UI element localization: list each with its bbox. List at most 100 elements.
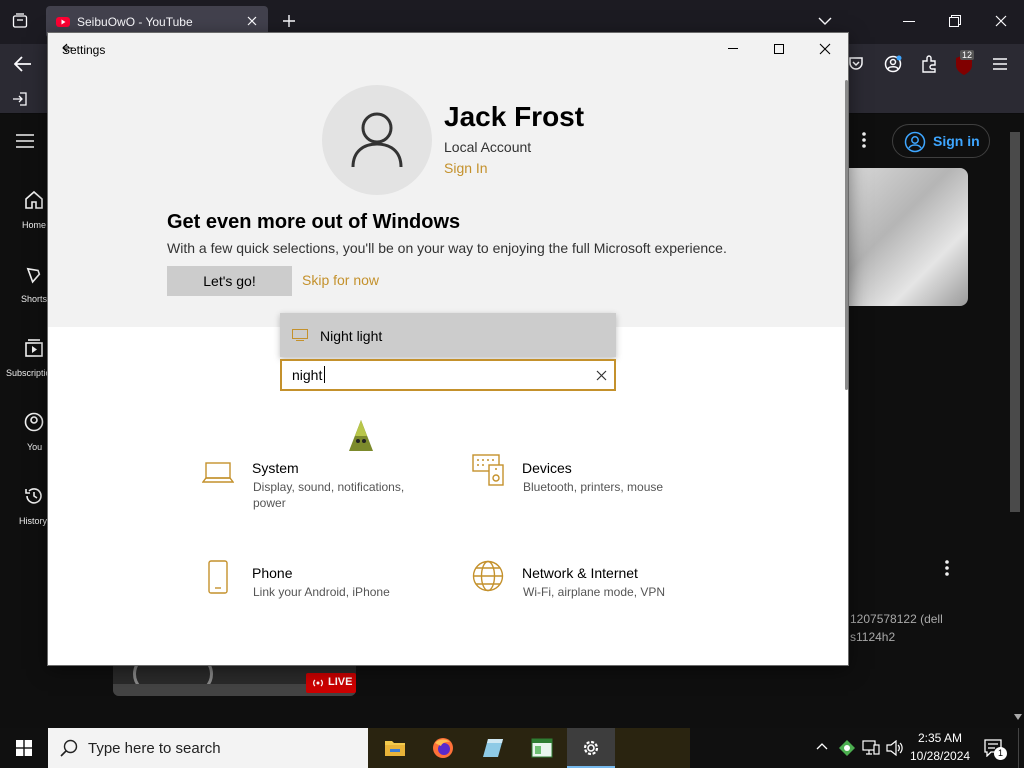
live-label: LIVE bbox=[328, 676, 353, 688]
taskbar-search-box[interactable]: Type here to search bbox=[48, 728, 368, 768]
history-icon[interactable] bbox=[24, 486, 44, 506]
category-title: Phone bbox=[252, 565, 293, 581]
page-scrollbar[interactable] bbox=[1010, 132, 1020, 512]
avatar[interactable] bbox=[322, 85, 432, 195]
sign-in-label: Sign in bbox=[933, 133, 980, 149]
app-window-icon bbox=[531, 738, 553, 758]
scroll-down-arrow-icon[interactable] bbox=[1014, 714, 1022, 720]
network-icon[interactable] bbox=[862, 740, 880, 756]
clock-time: 2:35 AM bbox=[917, 731, 963, 745]
user-icon bbox=[351, 112, 403, 168]
account-type: Local Account bbox=[444, 139, 532, 155]
category-title: Network & Internet bbox=[522, 565, 638, 581]
live-broadcast-icon bbox=[313, 679, 323, 687]
you-icon[interactable] bbox=[24, 412, 44, 432]
extensions-icon[interactable] bbox=[920, 55, 938, 73]
suggestion-label: Night light bbox=[320, 328, 383, 344]
sidebar-label-shorts: Shorts bbox=[21, 294, 48, 304]
search-suggestion[interactable]: Night light bbox=[280, 313, 616, 357]
maximize-icon bbox=[774, 44, 784, 54]
skip-for-now-link[interactable]: Skip for now bbox=[302, 272, 379, 288]
sign-in-link[interactable]: Sign In bbox=[444, 160, 488, 176]
text-caret bbox=[324, 366, 325, 383]
youtube-sign-in-button[interactable]: Sign in bbox=[892, 124, 990, 158]
settings-title-bar: Settings bbox=[48, 33, 848, 65]
extension-badge-count: 12 bbox=[960, 50, 975, 60]
chevron-down-icon[interactable] bbox=[818, 16, 832, 26]
settings-scrollbar[interactable] bbox=[845, 80, 848, 390]
sidebar-label-home: Home bbox=[22, 220, 47, 230]
more-options-icon[interactable] bbox=[862, 132, 866, 148]
tab-title: SeibuOwO - YouTube bbox=[77, 15, 193, 29]
promo-description: With a few quick selections, you'll be o… bbox=[167, 240, 727, 256]
ublock-icon[interactable]: 12 bbox=[954, 50, 980, 78]
browser-restore-icon[interactable] bbox=[949, 15, 961, 27]
import-bookmarks-icon[interactable] bbox=[12, 91, 28, 107]
minimize-button[interactable] bbox=[710, 33, 756, 65]
notepad-icon bbox=[483, 739, 503, 757]
settings-window: Settings Jack Frost Local Account Sign I… bbox=[48, 33, 848, 665]
user-name: Jack Frost bbox=[444, 101, 585, 132]
category-network-internet[interactable]: Network & Internet Wi-Fi, airplane mode,… bbox=[472, 560, 702, 625]
phone-icon bbox=[208, 560, 228, 594]
lets-go-button[interactable]: Let's go! bbox=[167, 266, 292, 296]
category-phone[interactable]: Phone Link your Android, iPhone bbox=[202, 560, 432, 625]
category-devices[interactable]: Devices Bluetooth, printers, mouse bbox=[472, 454, 702, 520]
action-center-button[interactable]: 1 bbox=[982, 739, 1008, 760]
video-thumbnail[interactable] bbox=[848, 168, 968, 306]
close-tab-icon[interactable] bbox=[246, 15, 258, 27]
youtube-favicon-icon bbox=[56, 15, 70, 29]
taskbar-app-window[interactable] bbox=[517, 728, 565, 768]
maximize-button[interactable] bbox=[756, 33, 802, 65]
taskbar-notes-app[interactable] bbox=[468, 728, 516, 768]
back-arrow-icon[interactable] bbox=[14, 56, 32, 72]
tray-app-icon[interactable] bbox=[838, 739, 856, 757]
category-description: Link your Android, iPhone bbox=[253, 585, 390, 599]
clear-search-icon[interactable] bbox=[596, 370, 607, 381]
taskbar-file-explorer[interactable] bbox=[370, 728, 418, 768]
browser-minimize-icon[interactable] bbox=[903, 21, 915, 23]
sidebar-label-you: You bbox=[27, 442, 43, 452]
category-title: Devices bbox=[522, 460, 572, 476]
search-input-value: night bbox=[292, 367, 323, 383]
youtube-sidebar: Home Shorts Subscriptions You History bbox=[0, 114, 60, 728]
category-system[interactable]: System Display, sound, notifications, po… bbox=[202, 460, 432, 520]
pocket-icon[interactable] bbox=[848, 56, 864, 72]
taskbar-firefox[interactable] bbox=[419, 728, 467, 768]
window-title: Settings bbox=[62, 43, 106, 57]
video-more-options-icon[interactable] bbox=[945, 560, 949, 576]
minimize-icon bbox=[728, 48, 738, 49]
category-description: Display, sound, notifications, power bbox=[253, 480, 405, 510]
volume-icon[interactable] bbox=[886, 740, 904, 756]
start-button[interactable] bbox=[0, 728, 48, 768]
user-circle-icon bbox=[904, 131, 926, 153]
taskbar-search-placeholder: Type here to search bbox=[88, 740, 221, 757]
youtube-menu-icon[interactable] bbox=[16, 134, 34, 148]
video-title-fragment-2[interactable]: s1124h2 bbox=[850, 630, 895, 644]
gear-icon bbox=[583, 740, 599, 756]
keyboard-speaker-icon bbox=[472, 454, 504, 486]
close-button[interactable] bbox=[802, 33, 848, 65]
cursor-sprite-icon bbox=[348, 419, 374, 453]
show-hidden-icons-icon[interactable] bbox=[816, 742, 828, 750]
account-icon[interactable] bbox=[884, 55, 902, 73]
show-desktop-button[interactable] bbox=[1018, 728, 1024, 768]
category-description: Bluetooth, printers, mouse bbox=[523, 480, 664, 494]
home-icon[interactable] bbox=[24, 190, 44, 210]
new-tab-icon[interactable] bbox=[282, 14, 296, 28]
settings-search-input[interactable]: night bbox=[280, 359, 616, 391]
account-banner: Jack Frost Local Account Sign In Get eve… bbox=[48, 65, 848, 327]
shorts-icon[interactable] bbox=[24, 264, 44, 284]
notification-count-badge: 1 bbox=[994, 747, 1007, 760]
sidebar-label-history: History bbox=[19, 516, 48, 526]
menu-hamburger-icon[interactable] bbox=[992, 57, 1008, 71]
video-title-fragment[interactable]: 1207578122 (dell bbox=[850, 612, 943, 626]
browser-close-icon[interactable] bbox=[995, 15, 1007, 27]
promo-heading: Get even more out of Windows bbox=[167, 211, 461, 233]
firefox-icon bbox=[433, 738, 453, 758]
tab-list-icon[interactable] bbox=[12, 13, 28, 29]
globe-icon bbox=[472, 560, 504, 592]
taskbar-settings[interactable] bbox=[567, 728, 615, 768]
subscriptions-icon[interactable] bbox=[24, 338, 44, 358]
search-icon bbox=[60, 739, 78, 757]
